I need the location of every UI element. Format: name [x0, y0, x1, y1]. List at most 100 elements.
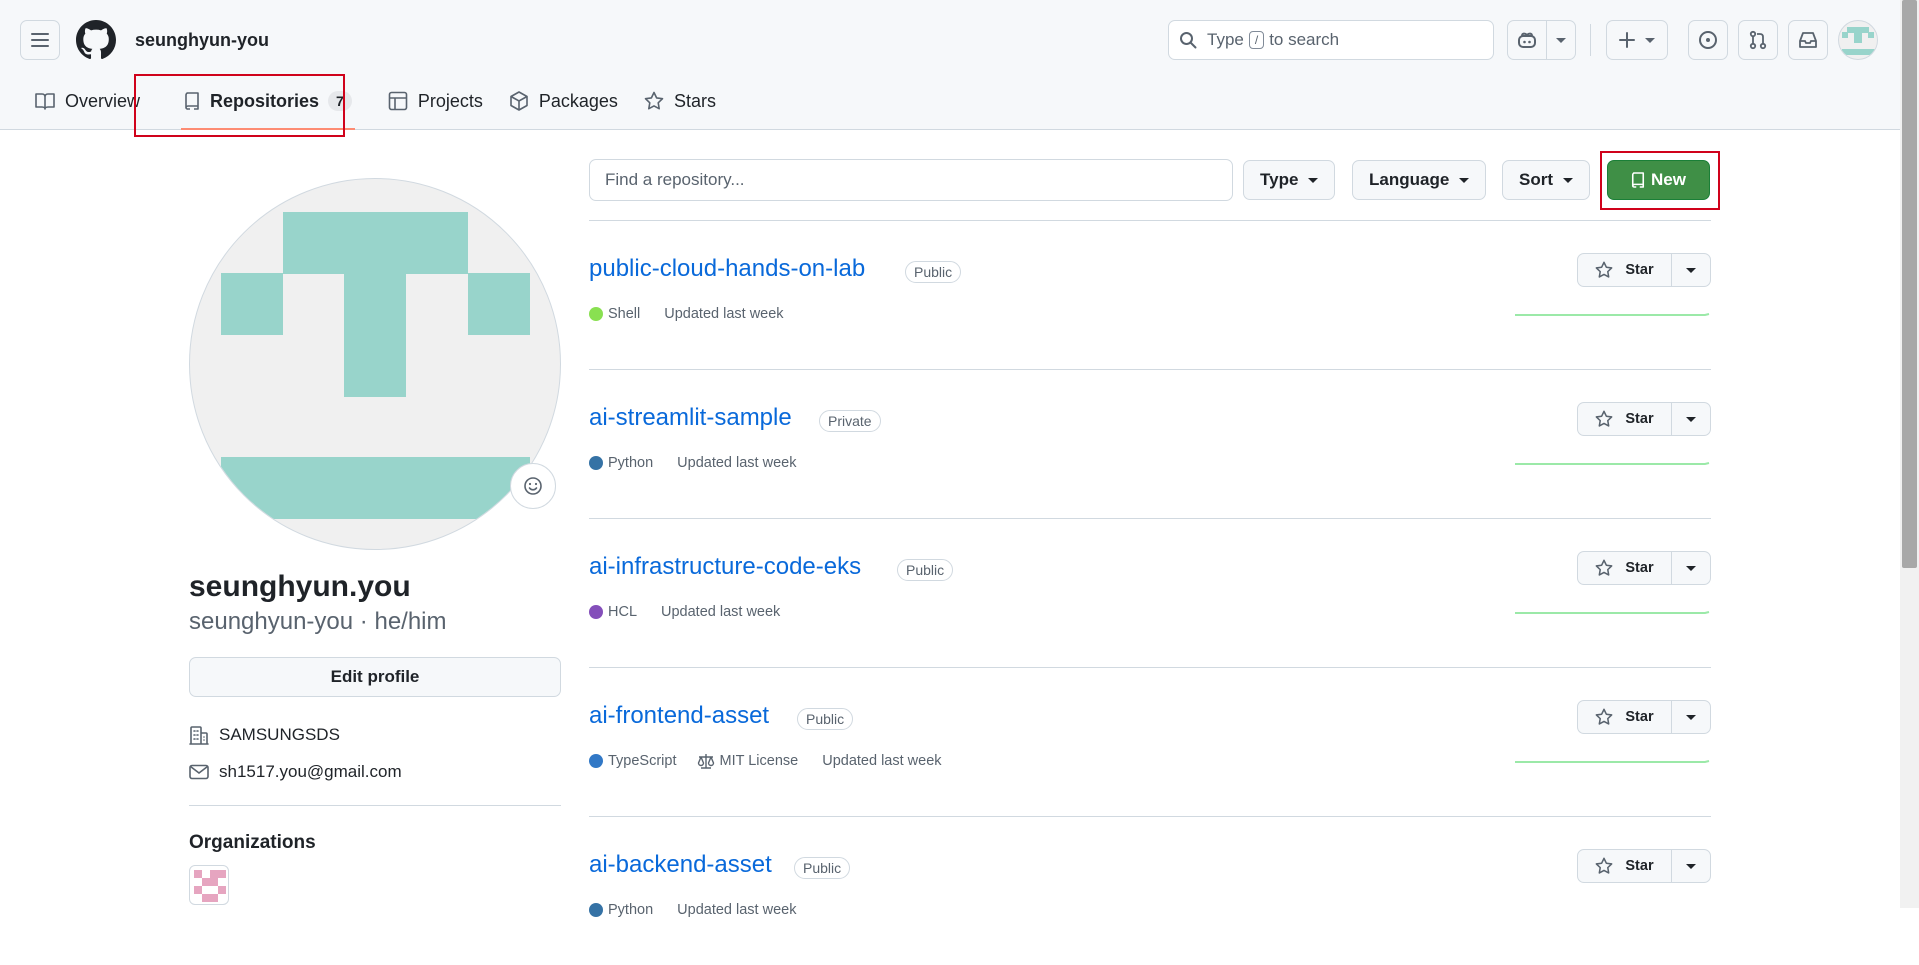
pull-requests-button[interactable]: [1738, 20, 1778, 60]
chevron-down-icon: [1563, 177, 1573, 183]
issues-button[interactable]: [1688, 20, 1728, 60]
package-icon: [510, 91, 528, 111]
visibility-badge: Public: [797, 708, 854, 730]
button-label: Sort: [1519, 170, 1553, 189]
search-prefix: Type: [1207, 30, 1244, 49]
tab-label: Stars: [673, 90, 716, 111]
global-header: seunghyun-you Type / to search Overview: [0, 0, 1900, 130]
language-filter-button[interactable]: Language: [1352, 160, 1487, 200]
star-button[interactable]: Star: [1578, 850, 1672, 882]
profile-fullname: seunghyun.you: [189, 570, 411, 603]
new-repository-button[interactable]: New: [1607, 160, 1710, 200]
list-item: ai-frontend-asset Public TypeScript MIT …: [589, 667, 1711, 816]
star-list-menu-button[interactable]: [1672, 850, 1710, 882]
separator: ·: [359, 608, 368, 635]
inbox-icon: [1799, 32, 1817, 48]
star-list-menu-button[interactable]: [1672, 701, 1710, 733]
type-filter-button[interactable]: Type: [1243, 160, 1336, 200]
star-list-menu-button[interactable]: [1672, 552, 1710, 584]
tab-overview[interactable]: Overview: [22, 82, 153, 120]
menu-button[interactable]: [20, 20, 60, 60]
star-button[interactable]: Star: [1578, 701, 1672, 733]
repo-meta: Shell Updated last week: [589, 306, 784, 322]
search-suffix: to search: [1269, 30, 1340, 49]
chevron-down-icon: [1645, 37, 1655, 43]
repo-language: Python: [608, 902, 654, 918]
scrollbar[interactable]: [1900, 0, 1919, 908]
organization-avatar[interactable]: [189, 865, 229, 905]
github-logo[interactable]: [76, 20, 116, 60]
repo-name-link[interactable]: ai-frontend-asset: [589, 702, 769, 730]
book-icon: [35, 93, 55, 110]
button-label: New: [1651, 170, 1686, 189]
repo-meta: HCL Updated last week: [589, 604, 780, 620]
chevron-down-icon: [1686, 267, 1696, 273]
repo-updated: Updated last week: [664, 306, 784, 322]
repo-count-badge: 7: [328, 91, 352, 111]
smiley-icon: [524, 477, 542, 495]
star-icon: [644, 91, 664, 110]
divider: [189, 805, 561, 806]
list-item: ai-infrastructure-code-eks Public HCL Up…: [589, 518, 1711, 667]
star-button[interactable]: Star: [1578, 254, 1672, 286]
tab-repositories[interactable]: Repositories 7: [171, 82, 365, 130]
create-new-button[interactable]: [1606, 20, 1668, 60]
law-icon: [697, 754, 714, 769]
profile-email[interactable]: sh1517.you@gmail.com: [189, 762, 402, 782]
owner-name[interactable]: seunghyun-you: [135, 30, 269, 51]
star-icon: [1595, 708, 1613, 725]
repo-license[interactable]: MIT License: [720, 753, 799, 769]
star-list-menu-button[interactable]: [1672, 254, 1710, 286]
profile-username: seunghyun-you: [189, 608, 354, 635]
language-color-dot: [589, 307, 603, 321]
profile-pronouns: he/him: [374, 608, 447, 635]
repo-meta: Python Updated last week: [589, 455, 796, 471]
profile-username-line: seunghyun-you · he/him: [189, 608, 447, 636]
company-text: SAMSUNGSDS: [219, 725, 340, 744]
button-label: Type: [1260, 170, 1299, 189]
star-button-group: Star: [1577, 849, 1711, 883]
copilot-icon: [1518, 32, 1536, 48]
inbox-button[interactable]: [1788, 20, 1828, 60]
find-repository-input[interactable]: [589, 159, 1233, 201]
repo-name-link[interactable]: ai-infrastructure-code-eks: [589, 553, 861, 581]
star-button[interactable]: Star: [1578, 403, 1672, 435]
mail-icon: [189, 764, 209, 780]
search-icon: [1180, 32, 1197, 49]
chevron-down-icon: [1686, 565, 1696, 571]
repo-name-link[interactable]: public-cloud-hands-on-lab: [589, 255, 865, 283]
button-label: Language: [1369, 170, 1450, 189]
tab-label: Overview: [65, 90, 141, 111]
copilot-button[interactable]: [1507, 20, 1547, 60]
global-search[interactable]: Type / to search: [1168, 20, 1494, 60]
repo-updated: Updated last week: [677, 455, 797, 471]
star-list-menu-button[interactable]: [1672, 403, 1710, 435]
sort-button[interactable]: Sort: [1502, 160, 1590, 200]
user-avatar[interactable]: [1838, 20, 1878, 60]
organizations-heading: Organizations: [189, 832, 316, 853]
edit-profile-button[interactable]: Edit profile: [189, 657, 561, 697]
language-color-dot: [589, 456, 603, 470]
repo-language: TypeScript: [608, 753, 677, 769]
tab-stars[interactable]: Stars: [631, 82, 729, 120]
visibility-badge: Public: [897, 559, 954, 581]
star-button-group: Star: [1577, 551, 1711, 585]
scrollbar-thumb[interactable]: [1902, 0, 1917, 568]
copilot-menu-button[interactable]: [1546, 20, 1576, 60]
repo-name-link[interactable]: ai-backend-asset: [589, 851, 772, 879]
repo-updated: Updated last week: [661, 604, 781, 620]
profile-avatar[interactable]: [189, 178, 561, 550]
star-button[interactable]: Star: [1578, 552, 1672, 584]
chevron-down-icon: [1686, 714, 1696, 720]
set-status-button[interactable]: [510, 463, 556, 509]
repo-language: Python: [608, 455, 654, 471]
search-shortcut-key: /: [1248, 31, 1265, 49]
star-label: Star: [1625, 858, 1654, 874]
tab-projects[interactable]: Projects: [375, 82, 496, 120]
activity-sparkline: [1515, 313, 1710, 316]
repo-name-link[interactable]: ai-streamlit-sample: [589, 404, 792, 432]
list-item: public-cloud-hands-on-lab Public Shell U…: [589, 220, 1711, 369]
star-button-group: Star: [1577, 700, 1711, 734]
tab-packages[interactable]: Packages: [496, 82, 631, 120]
star-button-group: Star: [1577, 253, 1711, 287]
